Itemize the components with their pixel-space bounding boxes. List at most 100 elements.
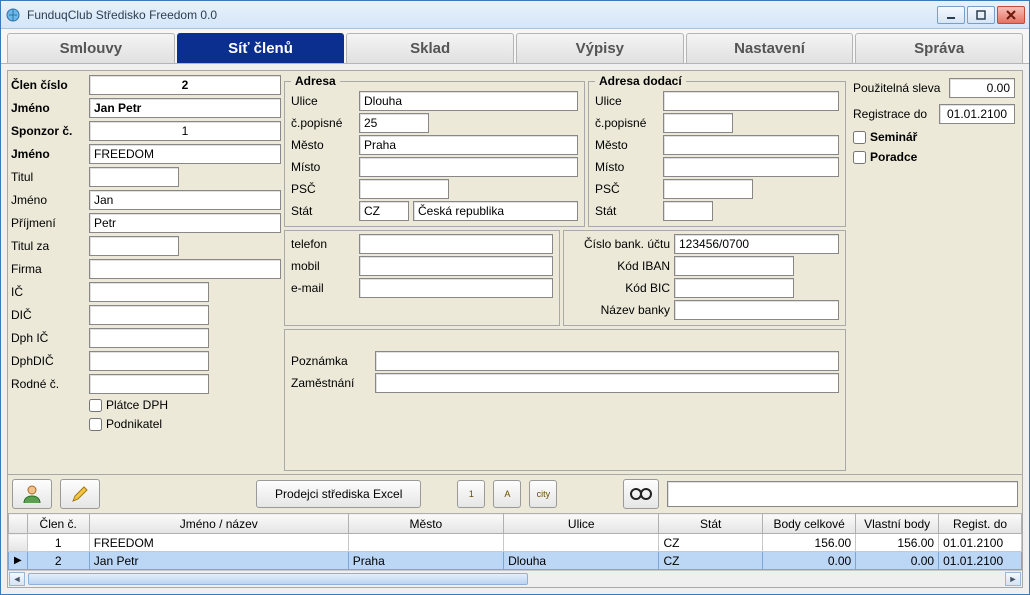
lbl-job: Zaměstnání [291,376,371,390]
country-code-field[interactable] [359,201,409,221]
maximize-button[interactable] [967,6,995,24]
mobile-field[interactable] [359,256,553,276]
street-field[interactable] [359,91,578,111]
col-name[interactable]: Jméno / název [89,514,348,534]
member-no-field[interactable] [89,75,281,95]
vat-payer-checkbox[interactable] [89,399,102,412]
lbl-title-after: Titul za [11,239,83,253]
lbl-name2: Jméno [11,147,83,161]
bic-field[interactable] [674,278,794,298]
houseno-field[interactable] [359,113,429,133]
lbl-phone: telefon [291,237,355,251]
advisor-checkbox[interactable] [853,151,866,164]
ship-place-field[interactable] [663,157,839,177]
ship-city-field[interactable] [663,135,839,155]
address-legend: Adresa [291,74,340,88]
ship-houseno-field[interactable] [663,113,733,133]
dic-field[interactable] [89,305,209,325]
filter-city-button[interactable]: city [529,480,557,508]
lbl-ship-houseno: č.popisné [595,116,659,130]
lbl-birth-no: Rodné č. [11,377,83,391]
grid-corner[interactable] [9,514,28,534]
tab-sklad[interactable]: Sklad [346,33,514,63]
bank-acct-field[interactable] [674,234,839,254]
col-reg-until[interactable]: Regist. do [939,514,1022,534]
lbl-lastname: Příjmení [11,216,83,230]
ship-zip-field[interactable] [663,179,753,199]
lbl-mobile: mobil [291,259,355,273]
dph-ic-field[interactable] [89,328,209,348]
email-field[interactable] [359,278,553,298]
dph-dic-field[interactable] [89,351,209,371]
firstname-field[interactable] [89,190,281,210]
lbl-seminar: Seminář [870,130,917,144]
lbl-country: Stát [291,204,355,218]
col-country[interactable]: Stát [659,514,763,534]
close-button[interactable] [997,6,1025,24]
table-row[interactable]: ▶2Jan PetrPrahaDlouhaCZ0.000.0001.01.210… [9,552,1022,570]
iban-field[interactable] [674,256,794,276]
seminar-checkbox[interactable] [853,131,866,144]
city-field[interactable] [359,135,578,155]
job-field[interactable] [375,373,839,393]
lbl-company: Firma [11,262,83,276]
lbl-ship-zip: PSČ [595,182,659,196]
cell-reg-until: 01.01.2100 [939,552,1022,570]
tab-vypisy[interactable]: Výpisy [516,33,684,63]
reg-until-field[interactable] [939,104,1015,124]
row-header[interactable] [9,534,28,552]
scroll-left-icon[interactable]: ◄ [9,572,25,586]
cell-own-pts: 156.00 [856,534,939,552]
zip-field[interactable] [359,179,449,199]
title-field[interactable] [89,167,179,187]
note-field[interactable] [375,351,839,371]
sponsor-no-field[interactable] [89,121,281,141]
bank-name-field[interactable] [674,300,839,320]
company-field[interactable] [89,259,281,279]
member-name-field[interactable] [89,98,281,118]
entrepreneur-checkbox[interactable] [89,418,102,431]
birth-no-field[interactable] [89,374,209,394]
sponsor-name-field[interactable] [89,144,281,164]
col-total-pts[interactable]: Body celkové [763,514,856,534]
tab-nastaveni[interactable]: Nastavení [686,33,854,63]
edit-icon-button[interactable] [60,479,100,509]
lbl-city: Město [291,138,355,152]
table-row[interactable]: 1FREEDOMCZ156.00156.0001.01.2100 [9,534,1022,552]
ship-address-legend: Adresa dodací [595,74,686,88]
grid-hscrollbar[interactable]: ◄ ► [8,570,1022,587]
col-city[interactable]: Město [348,514,503,534]
discount-field[interactable] [949,78,1015,98]
scroll-right-icon[interactable]: ► [1005,572,1021,586]
lbl-place: Místo [291,160,355,174]
col-street[interactable]: Ulice [504,514,659,534]
minimize-button[interactable] [937,6,965,24]
place-field[interactable] [359,157,578,177]
tab-smlouvy[interactable]: Smlouvy [7,33,175,63]
lastname-field[interactable] [89,213,281,233]
filter-a-button[interactable]: A [493,480,521,508]
excel-export-button[interactable]: Prodejci střediska Excel [256,480,421,508]
col-member-no[interactable]: Člen č. [27,514,89,534]
filter-1-button[interactable]: 1 [457,480,485,508]
row-header[interactable]: ▶ [9,552,28,570]
user-icon-button[interactable] [12,479,52,509]
ship-address-group: Adresa dodací Ulice č.popisné Město Míst… [588,74,846,227]
app-window: FunduqClub Středisko Freedom 0.0 Smlouvy… [0,0,1030,595]
phone-field[interactable] [359,234,553,254]
search-icon-button[interactable] [623,479,659,509]
lbl-ship-country: Stát [595,204,659,218]
ship-street-field[interactable] [663,91,839,111]
col-own-pts[interactable]: Vlastní body [856,514,939,534]
country-name-field[interactable] [413,201,578,221]
tab-sprava[interactable]: Správa [855,33,1023,63]
titlebar: FunduqClub Středisko Freedom 0.0 [1,1,1029,29]
scroll-thumb[interactable] [28,573,528,585]
cell-total-pts: 156.00 [763,534,856,552]
tab-sit-clenu[interactable]: Síť členů [177,33,345,63]
ship-country-code-field[interactable] [663,201,713,221]
lbl-bank-name: Název banky [570,303,670,317]
ic-field[interactable] [89,282,209,302]
title-after-field[interactable] [89,236,179,256]
search-input[interactable] [667,481,1018,507]
